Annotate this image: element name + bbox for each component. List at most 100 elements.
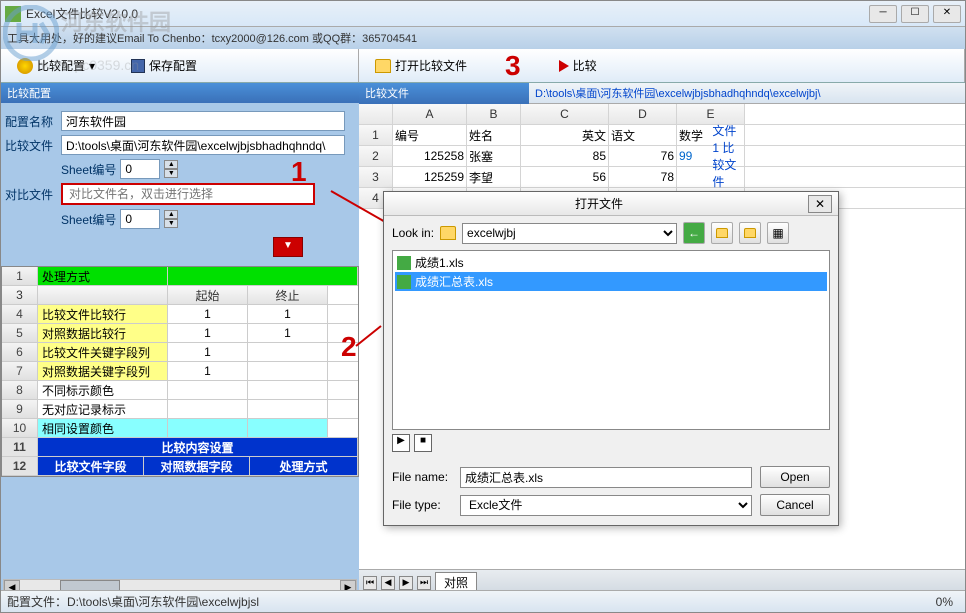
tab-last-icon[interactable]: ⏭ <box>417 576 431 590</box>
corner-cell[interactable] <box>359 104 393 124</box>
row-hdr[interactable]: 10 <box>2 419 38 437</box>
row-hdr[interactable]: 1 <box>2 267 38 285</box>
cell[interactable]: 125259 <box>393 167 467 187</box>
grid-cell[interactable]: 1 <box>168 362 248 380</box>
minimize-button[interactable]: ─ <box>869 5 897 23</box>
tab-next-icon[interactable]: ▶ <box>399 576 413 590</box>
grid-cell[interactable] <box>248 343 328 361</box>
row-hdr[interactable]: 5 <box>2 324 38 342</box>
cell[interactable]: 张塞 <box>467 146 521 166</box>
view-button[interactable]: ▦ <box>767 222 789 244</box>
look-in-select[interactable]: excelwjbj <box>462 223 677 244</box>
col-hdr[interactable]: 终止 <box>248 286 328 304</box>
grid-cell[interactable]: 处理方式 <box>250 457 358 475</box>
new-folder-button[interactable] <box>739 222 761 244</box>
compare-file-input[interactable] <box>61 135 345 155</box>
row-hdr[interactable]: 3 <box>2 286 38 304</box>
spin-up-2[interactable]: ▲ <box>164 210 178 219</box>
row-hdr[interactable]: 1 <box>359 125 393 145</box>
cell[interactable]: 125258 <box>393 146 467 166</box>
col-hdr-b[interactable]: B <box>467 104 521 124</box>
open-button[interactable]: Open <box>760 466 830 488</box>
grid-cell[interactable]: 比较内容设置 <box>38 438 358 456</box>
cancel-button[interactable]: Cancel <box>760 494 830 516</box>
cell[interactable]: 78 <box>609 167 677 187</box>
grid-cell[interactable]: 1 <box>168 343 248 361</box>
grid-cell[interactable] <box>168 400 248 418</box>
maximize-button[interactable]: ☐ <box>901 5 929 23</box>
cell[interactable]: 56 <box>521 167 609 187</box>
filename-input[interactable] <box>460 467 752 488</box>
save-config-button[interactable]: 保存配置 <box>123 54 205 77</box>
grid-cell[interactable]: 不同标示颜色 <box>38 381 168 399</box>
cell[interactable]: 76 <box>609 146 677 166</box>
tab-first-icon[interactable]: ⏮ <box>363 576 377 590</box>
compare-button[interactable]: 比较 <box>551 54 605 77</box>
filetype-select[interactable]: Excle文件 <box>460 495 752 516</box>
grid-cell[interactable] <box>248 419 328 437</box>
grid-cell[interactable]: 对照数据字段 <box>144 457 250 475</box>
col-hdr-a[interactable]: A <box>393 104 467 124</box>
grid-cell[interactable]: 对照数据关键字段列 <box>38 362 168 380</box>
spin-up-1[interactable]: ▲ <box>164 160 178 169</box>
cell[interactable]: 99文件1 比较文件 <box>677 146 745 166</box>
row-hdr[interactable]: 7 <box>2 362 38 380</box>
grid-cell[interactable]: 无对应记录标示 <box>38 400 168 418</box>
row-hdr[interactable]: 6 <box>2 343 38 361</box>
close-button[interactable]: ✕ <box>933 5 961 23</box>
grid-cell[interactable]: 处理方式 <box>38 267 168 285</box>
file-item-selected[interactable]: 成绩汇总表.xls <box>395 272 827 291</box>
col-hdr-c[interactable]: C <box>521 104 609 124</box>
contrast-file-input[interactable] <box>61 183 315 205</box>
cell[interactable]: 85 <box>521 146 609 166</box>
open-compare-file-button[interactable]: 打开比较文件 <box>367 54 475 77</box>
nav-play-button[interactable]: ▶ <box>392 434 410 452</box>
cell[interactable] <box>677 167 745 187</box>
file-item[interactable]: 成绩1.xls <box>395 253 827 272</box>
grid-cell[interactable] <box>168 419 248 437</box>
col-hdr-d[interactable]: D <box>609 104 677 124</box>
col-hdr-e[interactable]: E <box>677 104 745 124</box>
grid-cell[interactable] <box>248 362 328 380</box>
grid-cell[interactable]: 比较文件比较行 <box>38 305 168 323</box>
grid-cell[interactable]: 1 <box>248 305 328 323</box>
row-hdr[interactable]: 12 <box>2 457 38 475</box>
row-hdr[interactable]: 3 <box>359 167 393 187</box>
grid-cell[interactable] <box>168 267 358 285</box>
grid-cell[interactable] <box>248 400 328 418</box>
nav-stop-button[interactable]: ■ <box>414 434 432 452</box>
row-hdr[interactable]: 11 <box>2 438 38 456</box>
grid-cell[interactable]: 相同设置颜色 <box>38 419 168 437</box>
compare-config-button[interactable]: 比较配置 ▾ <box>9 54 103 77</box>
dialog-close-button[interactable]: ✕ <box>808 195 832 213</box>
tab-prev-icon[interactable]: ◀ <box>381 576 395 590</box>
spin-down-2[interactable]: ▼ <box>164 219 178 228</box>
sheet-num-input-1[interactable] <box>120 159 160 179</box>
grid-cell[interactable] <box>168 381 248 399</box>
grid-cell[interactable] <box>38 286 168 304</box>
row-hdr[interactable]: 4 <box>2 305 38 323</box>
grid-cell[interactable]: 1 <box>168 324 248 342</box>
col-hdr[interactable]: 起始 <box>168 286 248 304</box>
cell[interactable]: 编号 <box>393 125 467 145</box>
row-hdr[interactable]: 2 <box>359 146 393 166</box>
up-button[interactable] <box>711 222 733 244</box>
back-button[interactable]: ← <box>683 222 705 244</box>
cell[interactable]: 语文 <box>609 125 677 145</box>
cell[interactable]: 李望 <box>467 167 521 187</box>
grid-cell[interactable]: 比较文件字段 <box>38 457 144 475</box>
grid-cell[interactable]: 比较文件关键字段列 <box>38 343 168 361</box>
grid-cell[interactable] <box>248 381 328 399</box>
grid-cell[interactable]: 1 <box>248 324 328 342</box>
grid-cell[interactable]: 1 <box>168 305 248 323</box>
grid-cell[interactable]: 对照数据比较行 <box>38 324 168 342</box>
file-list[interactable]: 成绩1.xls 成绩汇总表.xls <box>392 250 830 430</box>
cell[interactable]: 姓名 <box>467 125 521 145</box>
row-hdr[interactable]: 8 <box>2 381 38 399</box>
config-name-input[interactable] <box>61 111 345 131</box>
expand-dropdown[interactable] <box>273 237 303 257</box>
cell[interactable]: 英文 <box>521 125 609 145</box>
sheet-num-input-2[interactable] <box>120 209 160 229</box>
spin-down-1[interactable]: ▼ <box>164 169 178 178</box>
row-hdr[interactable]: 9 <box>2 400 38 418</box>
